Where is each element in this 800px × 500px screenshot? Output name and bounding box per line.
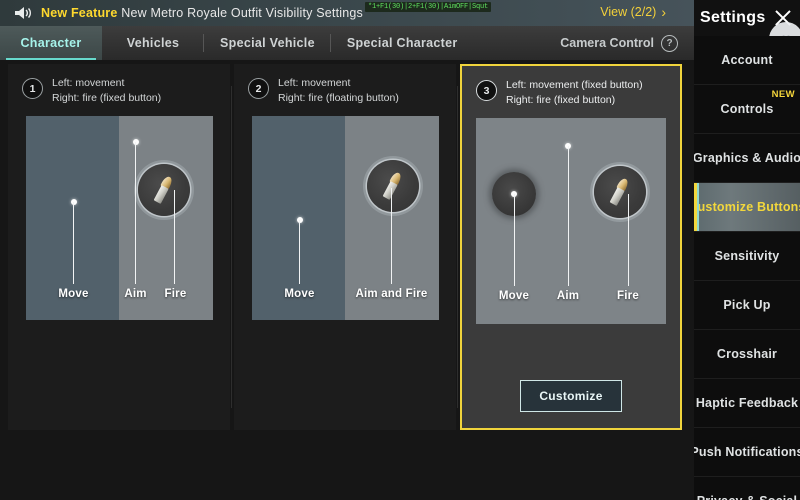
- bullet-icon: [152, 174, 174, 204]
- preview-label-aim-and-fire: Aim and Fire: [355, 288, 428, 300]
- layout-option-2[interactable]: 2 Left: movement Right: fire (floating b…: [234, 64, 458, 430]
- sidebar-item-pick-up[interactable]: Pick Up: [694, 281, 800, 330]
- option-line-2: Right: fire (fixed button): [52, 92, 162, 104]
- preview-label-move: Move: [498, 290, 530, 302]
- sidebar-item-label: Graphics & Audio: [694, 151, 800, 165]
- layout-option-1-header: 1 Left: movement Right: fire (fixed butt…: [8, 64, 230, 106]
- option-number: 3: [476, 80, 497, 101]
- sidebar-item-label: Sensitivity: [714, 249, 780, 263]
- settings-screen: New Feature New Metro Royale Outfit Visi…: [0, 0, 800, 500]
- layout-preview-2: Move Aim and Fire: [251, 116, 439, 320]
- pointer-line: [73, 202, 75, 284]
- tab-special-vehicle[interactable]: Special Vehicle: [204, 26, 331, 60]
- new-badge: NEW: [771, 89, 795, 100]
- pointer-line: [513, 194, 515, 286]
- preview-label-fire: Fire: [617, 290, 639, 302]
- sidebar-item-label: Pick Up: [723, 298, 771, 312]
- tab-character-label: Character: [20, 36, 82, 50]
- layout-option-2-header: 2 Left: movement Right: fire (floating b…: [234, 64, 456, 106]
- sidebar-item-label: Account: [721, 53, 773, 67]
- tab-vehicles[interactable]: Vehicles: [102, 26, 204, 60]
- camera-control-button[interactable]: Camera Control ?: [560, 26, 678, 60]
- network-stats: *1+F1(30)|2+F1(30)|AimOFF|Squt: [365, 2, 492, 12]
- layout-option-3[interactable]: 3 Left: movement (fixed button) Right: f…: [460, 64, 682, 430]
- tab-vehicles-label: Vehicles: [126, 36, 180, 50]
- view-counter-label: View (2/2): [600, 5, 657, 19]
- layout-preview-1: Move Aim Fire: [25, 116, 213, 320]
- preview-label-move: Move: [58, 288, 89, 300]
- sidebar-item-account[interactable]: Account: [694, 36, 800, 85]
- sidebar-item-privacy-social[interactable]: Privacy & Social: [694, 477, 800, 500]
- fire-button-graphic: [137, 164, 190, 216]
- sidebar-item-sensitivity[interactable]: Sensitivity: [694, 232, 800, 281]
- pointer-line: [391, 188, 393, 284]
- page-title: Settings: [700, 9, 766, 26]
- option-description: Left: movement Right: fire (fixed button…: [52, 76, 161, 106]
- announcement-message: New Metro Royale Outfit Visibility Setti…: [121, 6, 364, 20]
- sidebar-item-label: Customize Buttons: [694, 200, 800, 214]
- announcement-tag: New Feature: [41, 6, 118, 20]
- sidebar-item-label: Push Notifications: [694, 445, 800, 459]
- announcement-text: New Feature New Metro Royale Outfit Visi…: [41, 6, 363, 20]
- view-counter[interactable]: View (2/2) ›: [600, 4, 666, 20]
- sidebar-item-push-notifications[interactable]: Push Notifications: [694, 428, 800, 477]
- preview-label-move: Move: [284, 288, 315, 300]
- sidebar-item-label: Controls: [720, 102, 774, 116]
- sidebar-item-label: Crosshair: [716, 347, 778, 361]
- option-number: 1: [22, 78, 43, 99]
- sidebar-item-crosshair[interactable]: Crosshair: [694, 330, 800, 379]
- fire-button-graphic: [366, 160, 419, 212]
- layout-preview-3: Move Aim Fire: [476, 118, 666, 324]
- tab-bar: Character Vehicles Special Vehicle Speci…: [0, 26, 694, 60]
- sidebar-item-customize-buttons[interactable]: Customize Buttons: [694, 183, 800, 232]
- option-line-2: Right: fire (floating button): [278, 92, 399, 104]
- preview-label-fire: Fire: [164, 288, 187, 300]
- sidebar-item-label: Privacy & Social: [697, 494, 797, 500]
- sidebar-item-graphics-audio[interactable]: Graphics & Audio: [694, 134, 800, 183]
- tab-special-character[interactable]: Special Character: [331, 26, 474, 60]
- tab-special-vehicle-label: Special Vehicle: [220, 36, 315, 50]
- option-line-1: Left: movement: [52, 77, 125, 89]
- pointer-line: [135, 142, 137, 284]
- layout-options-list: 1 Left: movement Right: fire (fixed butt…: [8, 64, 686, 430]
- sidebar-item-controls[interactable]: Controls NEW: [694, 85, 800, 134]
- chevron-right-icon[interactable]: ›: [661, 4, 666, 20]
- customize-button[interactable]: Customize: [520, 380, 622, 412]
- sidebar-item-label: Haptic Feedback: [695, 396, 799, 410]
- option-description: Left: movement (fixed button) Right: fir…: [506, 78, 643, 108]
- option-line-1: Left: movement (fixed button): [506, 79, 643, 91]
- tab-character[interactable]: Character: [0, 26, 102, 60]
- pointer-line: [627, 194, 629, 286]
- fire-button-graphic: [594, 166, 646, 218]
- pointer-line: [299, 220, 301, 284]
- pointer-line: [567, 146, 569, 286]
- question-mark-icon[interactable]: ?: [661, 34, 678, 52]
- tab-special-character-label: Special Character: [346, 36, 458, 50]
- option-line-1: Left: movement: [278, 77, 351, 89]
- camera-control-label: Camera Control: [560, 36, 654, 50]
- preview-label-aim: Aim: [124, 288, 147, 300]
- speaker-icon: [14, 6, 32, 20]
- pointer-line: [174, 190, 176, 284]
- option-number: 2: [248, 78, 269, 99]
- option-description: Left: movement Right: fire (floating but…: [278, 76, 399, 106]
- sidebar-item-haptic-feedback[interactable]: Haptic Feedback: [694, 379, 800, 428]
- content-panel: 1 Left: movement Right: fire (fixed butt…: [0, 60, 694, 500]
- settings-sidebar: Account Controls NEW Graphics & Audio Cu…: [694, 36, 800, 500]
- option-line-2: Right: fire (fixed button): [506, 94, 616, 106]
- layout-option-3-header: 3 Left: movement (fixed button) Right: f…: [462, 66, 680, 108]
- preview-label-aim: Aim: [556, 290, 580, 302]
- announcement-bar: New Feature New Metro Royale Outfit Visi…: [0, 0, 694, 26]
- layout-option-1[interactable]: 1 Left: movement Right: fire (fixed butt…: [8, 64, 232, 430]
